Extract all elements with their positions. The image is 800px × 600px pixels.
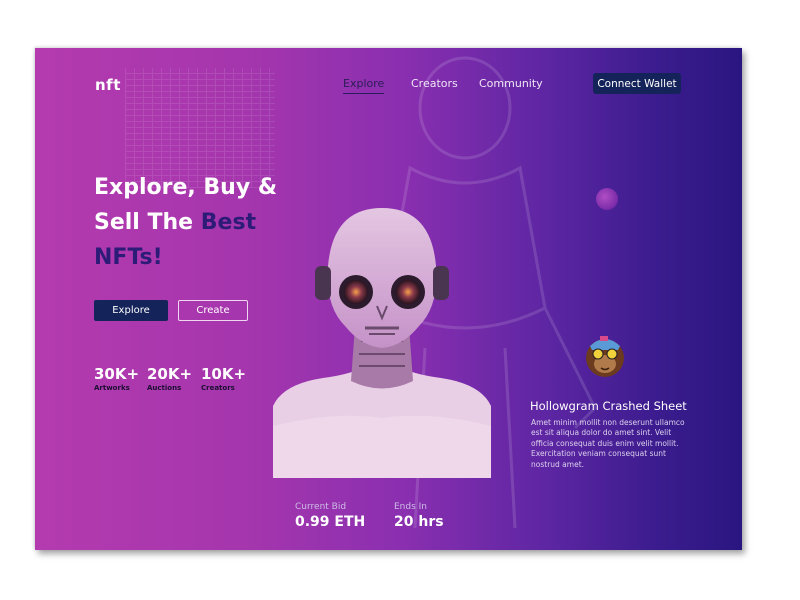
nav-explore[interactable]: Explore bbox=[343, 77, 385, 94]
connect-wallet-button[interactable]: Connect Wallet bbox=[593, 73, 681, 94]
featured-description: Amet minim mollit non deserunt ullamco e… bbox=[531, 418, 685, 469]
stat-label: Auctions bbox=[147, 384, 182, 392]
alien-robot-bust-image[interactable] bbox=[273, 206, 491, 478]
featured-title[interactable]: Hollowgram Crashed Sheet bbox=[530, 399, 687, 413]
stat-label: Artworks bbox=[94, 384, 130, 392]
current-bid: Current Bid 0.99 ETH bbox=[295, 502, 365, 530]
ends-in-label: Ends In bbox=[394, 502, 428, 512]
stat-creators: 10K+ Creators bbox=[201, 365, 246, 392]
nav-community[interactable]: Community bbox=[479, 77, 543, 90]
stat-label: Creators bbox=[201, 384, 235, 392]
stat-auctions: 20K+ Auctions bbox=[147, 365, 192, 392]
explore-button[interactable]: Explore bbox=[94, 300, 168, 321]
purple-orb-icon bbox=[596, 188, 618, 210]
hero-title-line1: Explore, Buy & bbox=[94, 175, 278, 200]
hero-frame: nft Explore Creators Community Connect W… bbox=[35, 48, 742, 550]
stat-value: 10K+ bbox=[201, 365, 247, 383]
create-button[interactable]: Create bbox=[178, 300, 248, 321]
brand-logo[interactable]: nft bbox=[95, 76, 121, 94]
ends-in: Ends In 20 hrs bbox=[394, 502, 444, 530]
ends-in-value: 20 hrs bbox=[394, 514, 444, 530]
hero-title-line2-plain: Sell The bbox=[94, 210, 194, 235]
current-bid-value: 0.99 ETH bbox=[295, 514, 366, 530]
hero-title-accent-best: Best bbox=[200, 210, 257, 235]
ape-avatar-icon[interactable] bbox=[580, 330, 630, 380]
current-bid-label: Current Bid bbox=[295, 502, 347, 512]
stat-artworks: 30K+ Artworks bbox=[94, 365, 139, 392]
stat-value: 20K+ bbox=[147, 365, 193, 383]
stat-value: 30K+ bbox=[94, 365, 140, 383]
nav-creators[interactable]: Creators bbox=[411, 77, 458, 90]
